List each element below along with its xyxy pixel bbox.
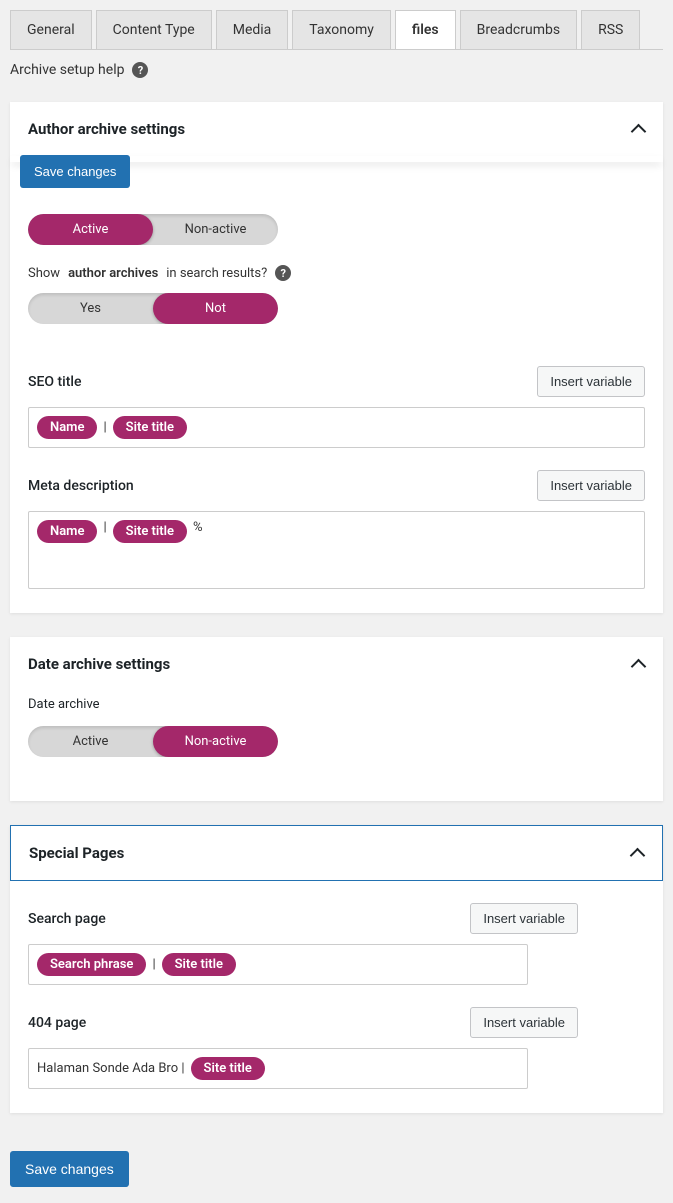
tab-breadcrumbs[interactable]: Breadcrumbs (460, 10, 577, 49)
panel-header-author[interactable]: Author archive settings (10, 102, 663, 156)
save-button-top[interactable]: Save changes (20, 155, 130, 188)
tab-rss[interactable]: RSS (581, 10, 640, 49)
show-in-search-toggle: Yes Not (28, 293, 278, 324)
variable-pill-name[interactable]: Name (37, 520, 97, 543)
toggle-active[interactable]: Active (28, 726, 153, 757)
panel-date-archive: Date archive settings Date archive Activ… (10, 637, 663, 801)
seo-title-field[interactable]: Name | Site title (28, 407, 645, 448)
toggle-nonactive[interactable]: Non-active (153, 214, 278, 245)
insert-variable-button[interactable]: Insert variable (537, 366, 645, 397)
variable-pill-search-phrase[interactable]: Search phrase (37, 953, 146, 976)
date-archive-toggle: Active Non-active (28, 726, 278, 757)
seo-title-label: SEO title (28, 374, 81, 390)
panel-header-date[interactable]: Date archive settings (10, 637, 663, 691)
toggle-not[interactable]: Not (153, 293, 278, 324)
meta-description-label: Meta description (28, 478, 134, 494)
help-line: Archive setup help ? (10, 62, 663, 78)
tabs-bar: General Content Type Media Taxonomy file… (10, 10, 663, 50)
search-page-field[interactable]: Search phrase | Site title (28, 944, 528, 985)
toggle-nonactive[interactable]: Non-active (153, 726, 278, 757)
tab-files[interactable]: files (395, 10, 456, 49)
panel-title-author: Author archive settings (28, 120, 185, 138)
tab-general[interactable]: General (10, 10, 92, 49)
panel-author-archive: Author archive settings Save changes Act… (10, 102, 663, 613)
help-icon[interactable]: ? (275, 265, 291, 281)
variable-pill-name[interactable]: Name (37, 416, 97, 439)
meta-description-field[interactable]: Name | Site title % (28, 511, 645, 589)
insert-variable-button[interactable]: Insert variable (470, 1007, 578, 1038)
chevron-up-icon (631, 122, 645, 136)
help-label: Archive setup help (10, 62, 124, 78)
search-page-label: Search page (28, 911, 106, 927)
chevron-up-icon (630, 846, 644, 860)
toggle-active[interactable]: Active (28, 214, 153, 245)
author-archive-toggle: Active Non-active (28, 214, 278, 245)
variable-pill-site-title[interactable]: Site title (191, 1057, 265, 1080)
show-in-search-question: Show author archives in search results? … (28, 265, 645, 281)
variable-pill-site-title[interactable]: Site title (162, 953, 236, 976)
404-page-label: 404 page (28, 1015, 86, 1031)
panel-special-pages: Special Pages Search page Insert variabl… (10, 825, 663, 1113)
404-page-field[interactable]: Halaman Sonde Ada Bro | Site title (28, 1048, 528, 1089)
variable-pill-site-title[interactable]: Site title (113, 416, 187, 439)
tab-content-type[interactable]: Content Type (96, 10, 212, 49)
panel-header-special[interactable]: Special Pages (10, 825, 663, 881)
panel-title-date: Date archive settings (28, 655, 170, 673)
chevron-up-icon (631, 657, 645, 671)
insert-variable-button[interactable]: Insert variable (537, 470, 645, 501)
tab-media[interactable]: Media (216, 10, 289, 49)
save-button-bottom[interactable]: Save changes (10, 1151, 129, 1187)
toggle-yes[interactable]: Yes (28, 293, 153, 324)
insert-variable-button[interactable]: Insert variable (470, 903, 578, 934)
panel-title-special: Special Pages (29, 844, 124, 862)
date-archive-sublabel: Date archive (28, 697, 645, 712)
help-icon[interactable]: ? (132, 62, 148, 78)
variable-pill-site-title[interactable]: Site title (113, 520, 187, 543)
tab-taxonomy[interactable]: Taxonomy (292, 10, 391, 49)
